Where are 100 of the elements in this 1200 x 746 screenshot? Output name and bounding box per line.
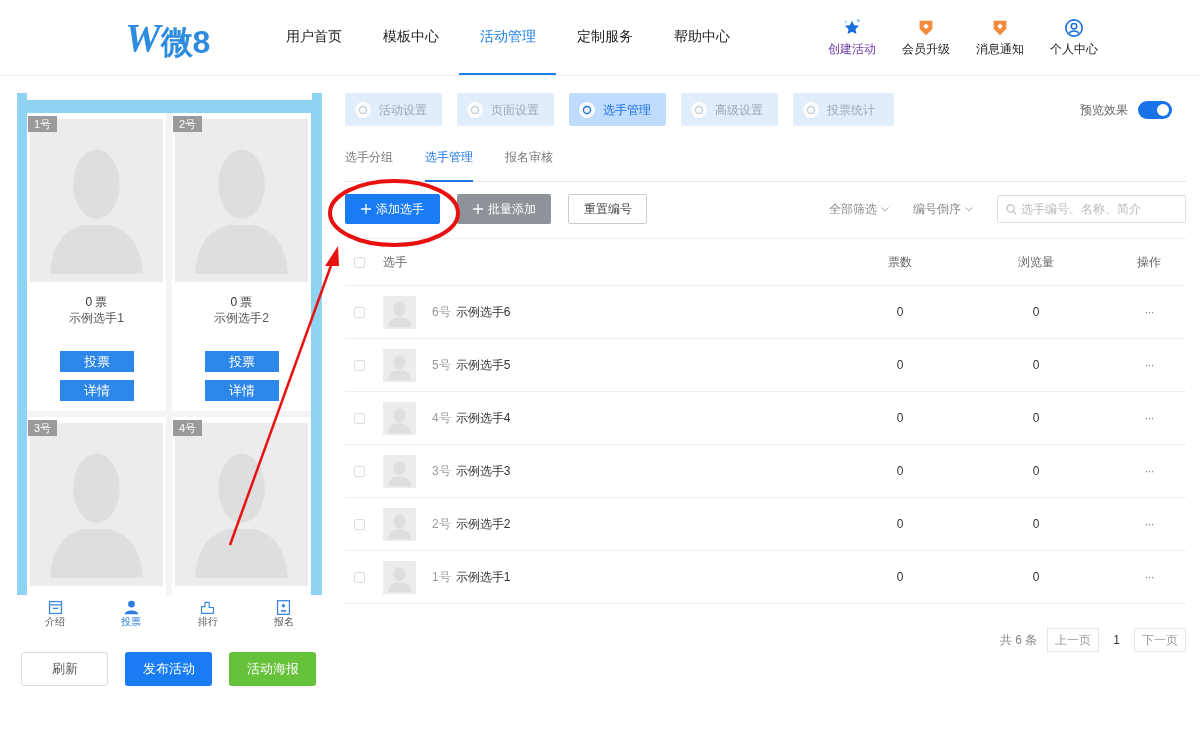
contestant-name: 示例选手4	[455, 410, 511, 427]
checkbox[interactable]	[354, 465, 365, 477]
preview-tab[interactable]: 投票	[106, 599, 157, 628]
avatar-thumbnail	[383, 560, 416, 594]
table-cell-text: 0	[1032, 304, 1040, 321]
vote-count: 0 票	[230, 294, 253, 310]
sub-tab[interactable]: 报名审核	[505, 148, 553, 182]
avatar-thumbnail	[383, 295, 416, 329]
preview-toggle[interactable]	[1138, 100, 1172, 119]
contestant-number: 2号	[432, 516, 451, 533]
action-button[interactable]: 刷新	[21, 652, 108, 686]
chevron-down-icon	[965, 206, 973, 212]
total-count: 共 6 条	[999, 632, 1038, 649]
avatar-thumbnail	[383, 348, 416, 382]
nav-link[interactable]: 模板中心	[362, 0, 459, 75]
contestant-name: 示例选手1	[69, 310, 124, 326]
search-field[interactable]: 选手编号、名称、简介	[997, 195, 1186, 223]
logo-mark: W	[125, 17, 161, 58]
action-button[interactable]: 活动海报	[229, 652, 316, 686]
page-number[interactable]: 1	[1109, 631, 1124, 649]
contestant-name: 示例选手3	[455, 463, 511, 480]
checkbox[interactable]	[354, 306, 365, 318]
vote-button[interactable]: 投票	[59, 351, 134, 372]
table-cell-text: 0	[896, 357, 904, 374]
more-button[interactable]: ···	[1144, 356, 1154, 374]
toolbar-button[interactable]: 重置编号	[568, 194, 647, 224]
vote-count: 0 票	[85, 294, 108, 310]
filter-dropdown[interactable]: 编号倒序	[913, 200, 973, 218]
plus-icon	[361, 204, 371, 214]
number-badge: 1号	[28, 116, 58, 132]
more-button[interactable]: ···	[1144, 303, 1154, 321]
nav-link[interactable]: 定制服务	[556, 0, 653, 75]
column-header: 浏览量	[1017, 254, 1055, 271]
sub-tab[interactable]: 选手分组	[345, 148, 393, 182]
circle-icon	[691, 101, 707, 118]
header-action[interactable]: 消息通知	[964, 17, 1036, 58]
table-cell-text: 0	[896, 463, 904, 480]
header-action[interactable]: 会员升级	[890, 17, 962, 58]
step-tab[interactable]: 高级设置	[681, 93, 778, 126]
contestant-number: 1号	[432, 569, 451, 586]
prev-page-button[interactable]: 上一页	[1047, 628, 1100, 652]
filter-dropdown[interactable]: 全部筛选	[829, 200, 889, 218]
table-cell-text: 0	[1032, 410, 1040, 427]
column-header: 操作	[1136, 254, 1162, 271]
action-button[interactable]: 发布活动	[125, 652, 212, 686]
toggle-label: 预览效果	[1080, 101, 1128, 119]
search-icon	[1006, 204, 1017, 215]
toolbar-button[interactable]: 批量添加	[457, 194, 551, 224]
avatar-thumbnail	[383, 507, 416, 541]
more-button[interactable]: ···	[1144, 409, 1154, 427]
contestant-number: 6号	[432, 304, 451, 321]
checkbox[interactable]	[354, 518, 365, 530]
checkbox[interactable]	[354, 256, 365, 268]
circle-icon	[803, 101, 819, 118]
step-tab[interactable]: 页面设置	[457, 93, 554, 126]
step-tab[interactable]: 活动设置	[345, 93, 442, 126]
detail-button[interactable]: 详情	[204, 380, 279, 401]
nav-link[interactable]: 用户首页	[265, 0, 362, 75]
next-page-button[interactable]: 下一页	[1134, 628, 1186, 652]
table-cell-text: 0	[1032, 516, 1040, 533]
header-action[interactable]: 创建活动	[816, 17, 888, 58]
more-button[interactable]: ···	[1144, 568, 1154, 586]
header-action[interactable]: 个人中心	[1038, 17, 1110, 58]
chevron-down-icon	[881, 206, 889, 212]
nav-link[interactable]: 活动管理	[459, 0, 556, 75]
toolbar-button[interactable]: 添加选手	[345, 194, 440, 224]
more-button[interactable]: ···	[1144, 515, 1154, 533]
avatar-thumbnail	[383, 454, 416, 488]
contestant-name: 示例选手5	[455, 357, 511, 374]
preview-tab[interactable]: 排行	[182, 599, 233, 628]
vote-button[interactable]: 投票	[204, 351, 279, 372]
document-icon	[46, 599, 64, 616]
user-icon	[1064, 17, 1084, 38]
plus-icon	[472, 204, 483, 214]
preview-tab[interactable]: 介绍	[30, 599, 81, 628]
contestant-name: 示例选手1	[455, 569, 511, 586]
detail-button[interactable]: 详情	[59, 380, 134, 401]
checkbox[interactable]	[354, 359, 365, 371]
number-badge: 4号	[173, 420, 203, 436]
step-tab[interactable]: 投票统计	[793, 93, 894, 126]
contestant-name: 示例选手2	[214, 310, 269, 326]
table-cell-text: 0	[896, 410, 904, 427]
contestant-number: 5号	[432, 357, 451, 374]
more-button[interactable]: ···	[1144, 462, 1154, 480]
nav-link[interactable]: 帮助中心	[653, 0, 750, 75]
circle-icon	[579, 101, 595, 118]
contestant-number: 4号	[432, 410, 451, 427]
table-cell-text: 0	[1032, 357, 1040, 374]
avatar-thumbnail	[383, 401, 416, 435]
column-header: 票数	[887, 254, 913, 271]
circle-icon	[467, 101, 483, 118]
circle-icon	[355, 101, 371, 118]
bar-chart-icon	[199, 599, 217, 616]
checkbox[interactable]	[354, 412, 365, 424]
checkbox[interactable]	[354, 571, 365, 583]
step-tab[interactable]: 选手管理	[569, 93, 666, 126]
table-cell-text: 0	[896, 516, 904, 533]
preview-tab[interactable]: 报名	[258, 599, 309, 628]
id-card-icon	[275, 599, 293, 616]
sub-tab[interactable]: 选手管理	[425, 148, 473, 182]
